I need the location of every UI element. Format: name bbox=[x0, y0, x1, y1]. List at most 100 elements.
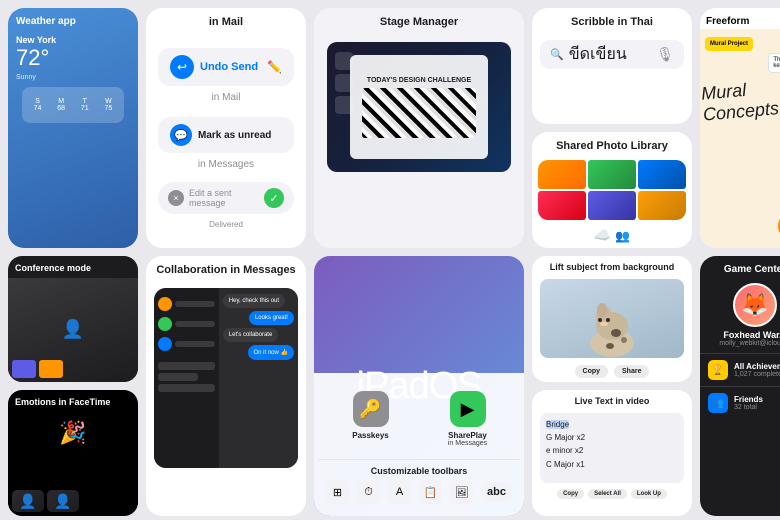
stage-manager-title: Stage Manager bbox=[372, 8, 466, 32]
freeform-handwriting: Mural Concepts bbox=[700, 74, 780, 125]
photo-cell-2 bbox=[588, 160, 636, 189]
conference-title: Conference mode bbox=[8, 256, 138, 278]
cloud-icon: ☁️ bbox=[594, 227, 611, 244]
live-select-all-button[interactable]: Select All bbox=[588, 489, 627, 499]
facetime-title: Emotions in FaceTime bbox=[8, 390, 138, 412]
passkeys-item: 🔑 Passkeys bbox=[322, 383, 419, 455]
mail-in-label: in Mail bbox=[212, 92, 241, 103]
collab-msg-4: On it now 👍 bbox=[248, 345, 294, 360]
undo-send-icon: ↩ bbox=[170, 55, 194, 79]
mark-unread-icon: 💬 bbox=[170, 124, 192, 146]
thai-text: ขีดเขียน bbox=[569, 45, 627, 64]
weather-condition: Sunny bbox=[16, 74, 36, 81]
weather-card: Weather app New York 72° Sunny S74 M68 T… bbox=[8, 8, 138, 248]
shared-photo-card: Shared Photo Library ☁️ 👥 bbox=[532, 132, 692, 248]
doc-line-1 bbox=[158, 362, 215, 370]
doc-line-2 bbox=[158, 373, 198, 381]
live-text-title: Live Text in video bbox=[532, 390, 692, 409]
photo-cell-3 bbox=[638, 160, 686, 189]
delivered-label: Delivered bbox=[209, 220, 243, 229]
collab-msg-2: Looks great! bbox=[249, 311, 294, 325]
collab-title: Collaboration in Messages bbox=[148, 256, 303, 280]
person-icon: 👤 bbox=[19, 493, 36, 510]
freeform-card: Freeform Mural Project This is thekey th… bbox=[700, 8, 780, 248]
live-text-card: Live Text in video Bridge G Major x2 e m… bbox=[532, 390, 692, 516]
person-icon-2: 👤 bbox=[54, 493, 71, 510]
live-text-area: Bridge G Major x2 e minor x2 C Major x1 bbox=[540, 413, 684, 483]
dog-svg bbox=[572, 288, 652, 358]
persons-icon: 👥 bbox=[615, 229, 630, 243]
facetime-emoji: 🎉 bbox=[59, 420, 86, 446]
achievements-icon: 🏆 bbox=[708, 360, 728, 380]
photos-grid bbox=[538, 160, 685, 220]
collab-row-2 bbox=[158, 314, 215, 334]
photo-cell-5 bbox=[588, 191, 636, 220]
shareplay-sublabel: in Messages bbox=[448, 440, 487, 447]
edit-close-icon[interactable]: × bbox=[168, 190, 184, 206]
live-copy-button[interactable]: Copy bbox=[557, 489, 584, 499]
photos-icon-row: ☁️ 👥 bbox=[594, 224, 630, 247]
passkey-icon: 🔑 bbox=[353, 391, 389, 427]
stage-sidebar bbox=[335, 52, 353, 114]
scribble-card: Scribble in Thai 🔍 ขีดเขียน 🎙 bbox=[532, 8, 692, 124]
collab-right-panel: Hey, check this out Looks great! Let's c… bbox=[219, 288, 298, 468]
collab-msg-1: Hey, check this out bbox=[223, 294, 285, 308]
collab-avatar-1 bbox=[158, 297, 172, 311]
search-icon: 🔍 bbox=[550, 48, 564, 61]
friends-label: Friends bbox=[734, 395, 763, 404]
collab-line-1 bbox=[175, 301, 215, 307]
stage-sidebar-item bbox=[335, 52, 353, 70]
weather-temp: 72° bbox=[16, 45, 130, 71]
photo-cell-1 bbox=[538, 160, 586, 189]
edit-sent-row[interactable]: × Edit a sent message ✓ bbox=[158, 182, 294, 214]
live-text-buttons: Copy Select All Look Up bbox=[549, 487, 675, 503]
gamecenter-friends-row[interactable]: 👥 Friends 32 total bbox=[700, 386, 780, 419]
edit-sent-text: Edit a sent message bbox=[189, 188, 259, 208]
undo-send-row[interactable]: ↩ Undo Send ✏️ bbox=[158, 48, 294, 86]
mail-section-title: in Mail bbox=[201, 8, 251, 32]
edit-confirm-icon[interactable]: ✓ bbox=[264, 188, 284, 208]
copy-share-row: Copy Share bbox=[575, 362, 650, 382]
live-line-2: G Major x2 bbox=[546, 432, 678, 443]
conference-thumbnails bbox=[12, 360, 134, 378]
friends-count: 32 total bbox=[734, 404, 763, 411]
collab-avatar-3 bbox=[158, 337, 172, 351]
collab-card: Collaboration in Messages bbox=[146, 256, 306, 516]
passkey-label: Passkeys bbox=[352, 431, 388, 440]
collab-screen: Hey, check this out Looks great! Let's c… bbox=[154, 288, 298, 468]
weather-city: New York bbox=[16, 35, 130, 45]
gamecenter-achievements-row[interactable]: 🏆 All Achievements 1,027 completed bbox=[700, 353, 780, 386]
mark-unread-row[interactable]: 💬 Mark as unread bbox=[158, 117, 294, 153]
undo-send-label: Undo Send bbox=[200, 61, 258, 73]
friends-info: Friends 32 total bbox=[734, 395, 763, 411]
achievements-count: 1,027 completed bbox=[734, 371, 780, 378]
collab-line-3 bbox=[175, 341, 215, 347]
undo-edit-icon: ✏️ bbox=[267, 60, 282, 74]
toolbar-abc: abc bbox=[481, 483, 512, 501]
col4-row1-stack: Scribble in Thai 🔍 ขีดเขียน 🎙 Shared Pho… bbox=[532, 8, 692, 248]
passkeys-grid: 🔑 Passkeys ▶ SharePlay in Messages bbox=[318, 379, 520, 459]
in-messages-label: in Messages bbox=[198, 159, 254, 170]
lift-subject-title: Lift subject from background bbox=[532, 256, 692, 275]
stage-stripes bbox=[362, 88, 476, 138]
collab-line-2 bbox=[175, 321, 215, 327]
toolbar-label: Customizable toolbars bbox=[326, 466, 512, 476]
stage-sidebar-item bbox=[335, 74, 353, 92]
live-line-3: e minor x2 bbox=[546, 445, 678, 456]
copy-button[interactable]: Copy bbox=[575, 365, 609, 378]
conference-person-icon: 👤 bbox=[62, 319, 84, 340]
toolbar-icons: ⊞ ⏱ A 📋 🖼 abc bbox=[326, 480, 512, 504]
facetime-thumb-2: 👤 bbox=[47, 490, 79, 512]
freeform-sticky: Mural Project bbox=[705, 37, 753, 51]
dog-photo bbox=[540, 279, 684, 358]
gamecenter-username: Foxhead War... bbox=[723, 330, 780, 340]
shared-photo-title: Shared Photo Library bbox=[548, 132, 676, 156]
live-lookup-button[interactable]: Look Up bbox=[631, 489, 667, 499]
facetime-screen: 🎉 👤 👤 bbox=[8, 412, 138, 516]
share-button[interactable]: Share bbox=[614, 365, 649, 378]
collab-row-3 bbox=[158, 334, 215, 354]
facetime-thumb-1: 👤 bbox=[12, 490, 44, 512]
scribble-search-bar[interactable]: 🔍 ขีดเขียน 🎙 bbox=[540, 40, 684, 69]
toolbar-section: Customizable toolbars ⊞ ⏱ A 📋 🖼 abc bbox=[318, 459, 520, 510]
thumb-2 bbox=[39, 360, 63, 378]
